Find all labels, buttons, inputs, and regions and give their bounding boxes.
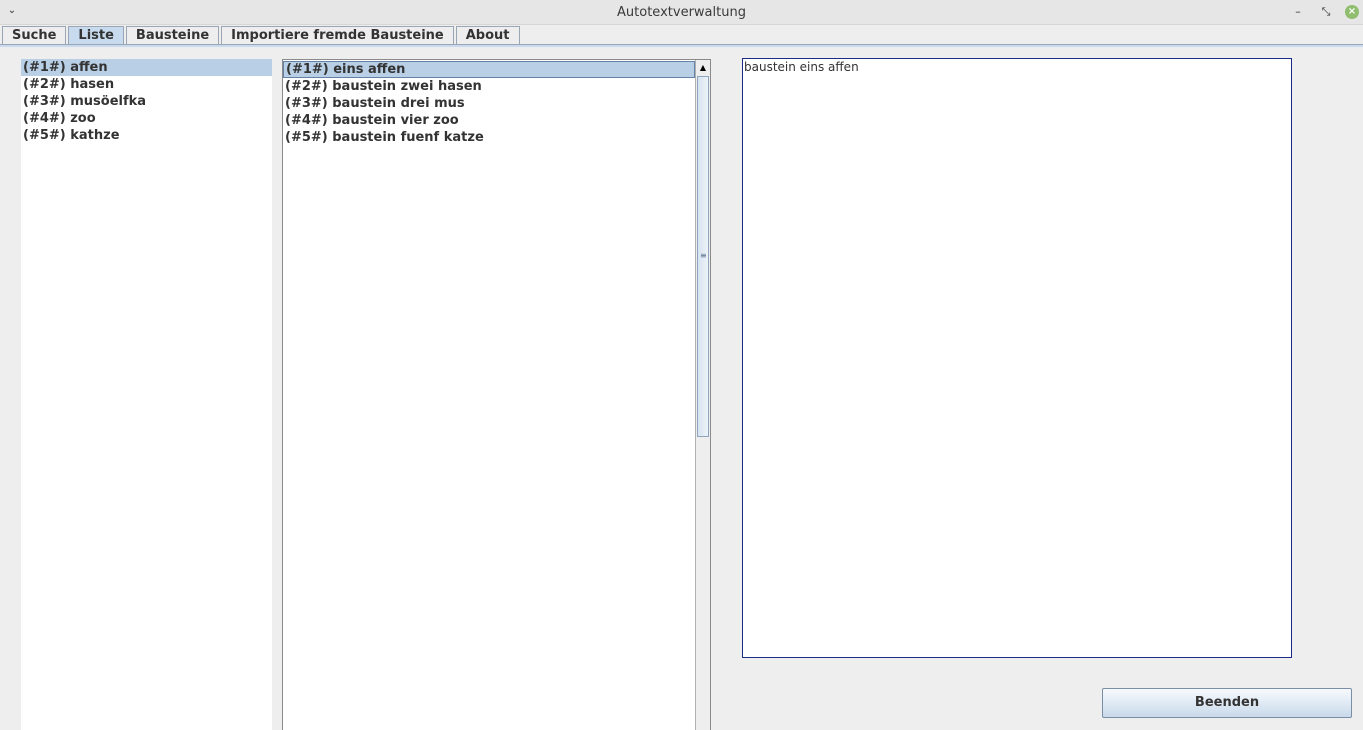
list-item[interactable]: (#3#) baustein drei mus [283, 95, 695, 112]
tab-bar: Suche Liste Bausteine Importiere fremde … [2, 26, 520, 45]
list-item[interactable]: (#4#) baustein vier zoo [283, 112, 695, 129]
tab-divider [0, 44, 1363, 47]
baustein-list[interactable]: (#1#) eins affen (#2#) baustein zwei has… [282, 59, 711, 730]
scroll-up-arrow-icon[interactable]: ▲ [696, 60, 710, 75]
scroll-thumb[interactable]: ≡ [697, 76, 709, 437]
vertical-scrollbar[interactable]: ▲ ≡ [695, 60, 710, 730]
tab-about[interactable]: About [455, 26, 520, 45]
baustein-text-area[interactable]: baustein eins affen [742, 58, 1292, 658]
tab-suche[interactable]: Suche [2, 26, 67, 45]
category-list[interactable]: (#1#) affen (#2#) hasen (#3#) musöelfka … [21, 59, 272, 730]
beenden-button[interactable]: Beenden [1102, 688, 1352, 718]
list-item[interactable]: (#5#) kathze [21, 127, 272, 144]
maximize-icon[interactable]: ⤡ [1317, 4, 1335, 20]
window-title: Autotextverwaltung [617, 5, 746, 20]
tab-bausteine[interactable]: Bausteine [125, 26, 220, 45]
list-item[interactable]: (#5#) baustein fuenf katze [283, 129, 695, 146]
tab-liste[interactable]: Liste [68, 26, 124, 45]
grip-icon: ≡ [700, 251, 707, 260]
list-item[interactable]: (#2#) baustein zwei hasen [283, 78, 695, 95]
tab-importiere-fremde-bausteine[interactable]: Importiere fremde Bausteine [221, 26, 454, 45]
list-item[interactable]: (#2#) hasen [21, 76, 272, 93]
list-item[interactable]: (#1#) affen [21, 59, 272, 76]
list-item[interactable]: (#3#) musöelfka [21, 93, 272, 110]
list-item[interactable]: (#4#) zoo [21, 110, 272, 127]
list-item[interactable]: (#1#) eins affen [283, 61, 695, 78]
title-bar: ⌄ Autotextverwaltung – ⤡ × [0, 0, 1363, 25]
minimize-icon[interactable]: – [1289, 4, 1307, 20]
close-icon[interactable]: × [1345, 5, 1359, 19]
